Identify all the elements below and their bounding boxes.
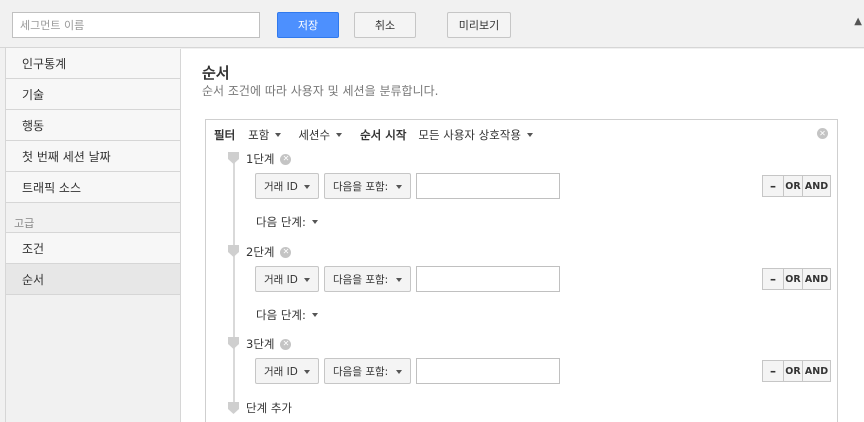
preview-button[interactable]: 미리보기 <box>447 12 511 38</box>
step-marker-icon <box>228 337 239 349</box>
and-button[interactable]: AND <box>802 268 831 290</box>
sidebar-item-label: 조건 <box>22 241 45 256</box>
step-2-header: 2단계 ✕ <box>246 244 292 260</box>
remove-condition-button[interactable]: – <box>762 175 784 197</box>
page-description: 순서 조건에 따라 사용자 및 세션을 분류합니다. <box>202 84 439 98</box>
sidebar-item-first-session-date[interactable]: 첫 번째 세션 날짜 <box>6 141 180 172</box>
chevron-up-icon[interactable]: ▲ <box>854 16 862 27</box>
sequence-filter-box: 필터 포함 세션수 순서 시작 모든 사용자 상호작용 ✕ 1단계 ✕ 거래 ID… <box>205 119 838 422</box>
step-1-header: 1단계 ✕ <box>246 151 292 167</box>
page-title: 순서 <box>202 64 230 82</box>
sidebar-item-demographics[interactable]: 인구통계 <box>6 48 180 79</box>
segment-name-input[interactable] <box>12 12 260 38</box>
sequence-start-label: 순서 시작 <box>360 128 407 142</box>
step-3-header: 3단계 ✕ <box>246 336 292 352</box>
sidebar-item-label: 기술 <box>22 87 45 102</box>
include-dropdown-label: 포함 <box>248 128 270 142</box>
scope-dropdown-label: 세션수 <box>298 128 331 142</box>
sequence-start-value: 모든 사용자 상호작용 <box>418 128 521 142</box>
condition-value-input[interactable] <box>416 358 560 384</box>
caret-down-icon <box>396 370 402 374</box>
sidebar-section-advanced: 고급 <box>6 203 180 233</box>
and-button[interactable]: AND <box>802 175 831 197</box>
match-type-dropdown[interactable]: 다음을 포함: <box>324 266 411 292</box>
dimension-dropdown[interactable]: 거래 ID <box>255 173 319 199</box>
caret-down-icon <box>396 185 402 189</box>
or-button[interactable]: OR <box>783 360 803 382</box>
caret-down-icon <box>304 370 310 374</box>
next-step-dropdown[interactable]: 다음 단계: <box>256 214 318 230</box>
sidebar-item-sequences[interactable]: 순서 <box>6 264 189 295</box>
remove-filter-icon[interactable]: ✕ <box>817 128 828 139</box>
sidebar-item-behavior[interactable]: 행동 <box>6 110 180 141</box>
or-button[interactable]: OR <box>783 175 803 197</box>
filter-row: 필터 포함 세션수 순서 시작 모든 사용자 상호작용 <box>214 127 533 143</box>
caret-down-icon <box>526 133 533 137</box>
next-step-label: 다음 단계: <box>256 215 306 229</box>
and-button[interactable]: AND <box>802 360 831 382</box>
sequence-panel: 순서 순서 조건에 따라 사용자 및 세션을 분류합니다. 필터 포함 세션수 … <box>180 49 864 422</box>
dimension-dropdown[interactable]: 거래 ID <box>255 266 319 292</box>
remove-step-icon[interactable]: ✕ <box>280 153 292 165</box>
step-marker-icon <box>228 402 239 414</box>
sidebar-item-label: 인구통계 <box>22 56 67 71</box>
sidebar-item-technology[interactable]: 기술 <box>6 79 180 110</box>
sidebar-item-label: 트래픽 소스 <box>22 180 82 195</box>
dimension-value: 거래 ID <box>264 365 298 378</box>
sidebar-item-label: 첫 번째 세션 날짜 <box>22 149 111 164</box>
segment-editor-toolbar: 저장 취소 미리보기 ▲ <box>0 0 864 48</box>
condition-operators: – OR AND <box>762 175 831 197</box>
dimension-value: 거래 ID <box>264 180 298 193</box>
dimension-value: 거래 ID <box>264 273 298 286</box>
caret-down-icon <box>311 313 318 317</box>
match-type-value: 다음을 포함: <box>333 180 389 193</box>
add-step-button[interactable]: 단계 추가 <box>246 400 292 416</box>
or-button[interactable]: OR <box>783 268 803 290</box>
include-dropdown[interactable]: 포함 <box>248 127 282 143</box>
step-3-condition: 거래 ID 다음을 포함: – OR AND <box>255 358 831 384</box>
caret-down-icon <box>304 185 310 189</box>
condition-value-input[interactable] <box>416 173 560 199</box>
match-type-dropdown[interactable]: 다음을 포함: <box>324 358 411 384</box>
next-step-label: 다음 단계: <box>256 308 306 322</box>
match-type-value: 다음을 포함: <box>333 273 389 286</box>
step-1-condition: 거래 ID 다음을 포함: – OR AND <box>255 173 831 199</box>
caret-down-icon <box>336 133 343 137</box>
remove-step-icon[interactable]: ✕ <box>280 338 292 350</box>
condition-operators: – OR AND <box>762 268 831 290</box>
caret-down-icon <box>311 220 318 224</box>
sidebar-item-label: 행동 <box>22 118 45 133</box>
caret-down-icon <box>304 278 310 282</box>
filter-label: 필터 <box>214 128 236 142</box>
segment-sidebar: 인구통계 기술 행동 첫 번째 세션 날짜 트래픽 소스 고급 조건 순서 <box>5 48 189 422</box>
step-label: 3단계 <box>246 337 275 351</box>
scope-dropdown[interactable]: 세션수 <box>298 127 343 143</box>
step-label: 2단계 <box>246 245 275 259</box>
remove-condition-button[interactable]: – <box>762 268 784 290</box>
step-2-condition: 거래 ID 다음을 포함: – OR AND <box>255 266 831 292</box>
cancel-button[interactable]: 취소 <box>354 12 416 38</box>
caret-down-icon <box>275 133 282 137</box>
step-timeline <box>233 156 235 406</box>
save-button[interactable]: 저장 <box>277 12 339 38</box>
step-label: 1단계 <box>246 152 275 166</box>
next-step-dropdown[interactable]: 다음 단계: <box>256 307 318 323</box>
remove-step-icon[interactable]: ✕ <box>280 246 292 258</box>
match-type-value: 다음을 포함: <box>333 365 389 378</box>
step-marker-icon <box>228 245 239 257</box>
sequence-start-dropdown[interactable]: 모든 사용자 상호작용 <box>418 127 533 143</box>
sidebar-item-traffic-sources[interactable]: 트래픽 소스 <box>6 172 180 203</box>
caret-down-icon <box>396 278 402 282</box>
sidebar-item-conditions[interactable]: 조건 <box>6 233 180 264</box>
condition-value-input[interactable] <box>416 266 560 292</box>
remove-condition-button[interactable]: – <box>762 360 784 382</box>
condition-operators: – OR AND <box>762 360 831 382</box>
match-type-dropdown[interactable]: 다음을 포함: <box>324 173 411 199</box>
dimension-dropdown[interactable]: 거래 ID <box>255 358 319 384</box>
step-marker-icon <box>228 152 239 164</box>
sidebar-item-label: 순서 <box>22 272 45 287</box>
